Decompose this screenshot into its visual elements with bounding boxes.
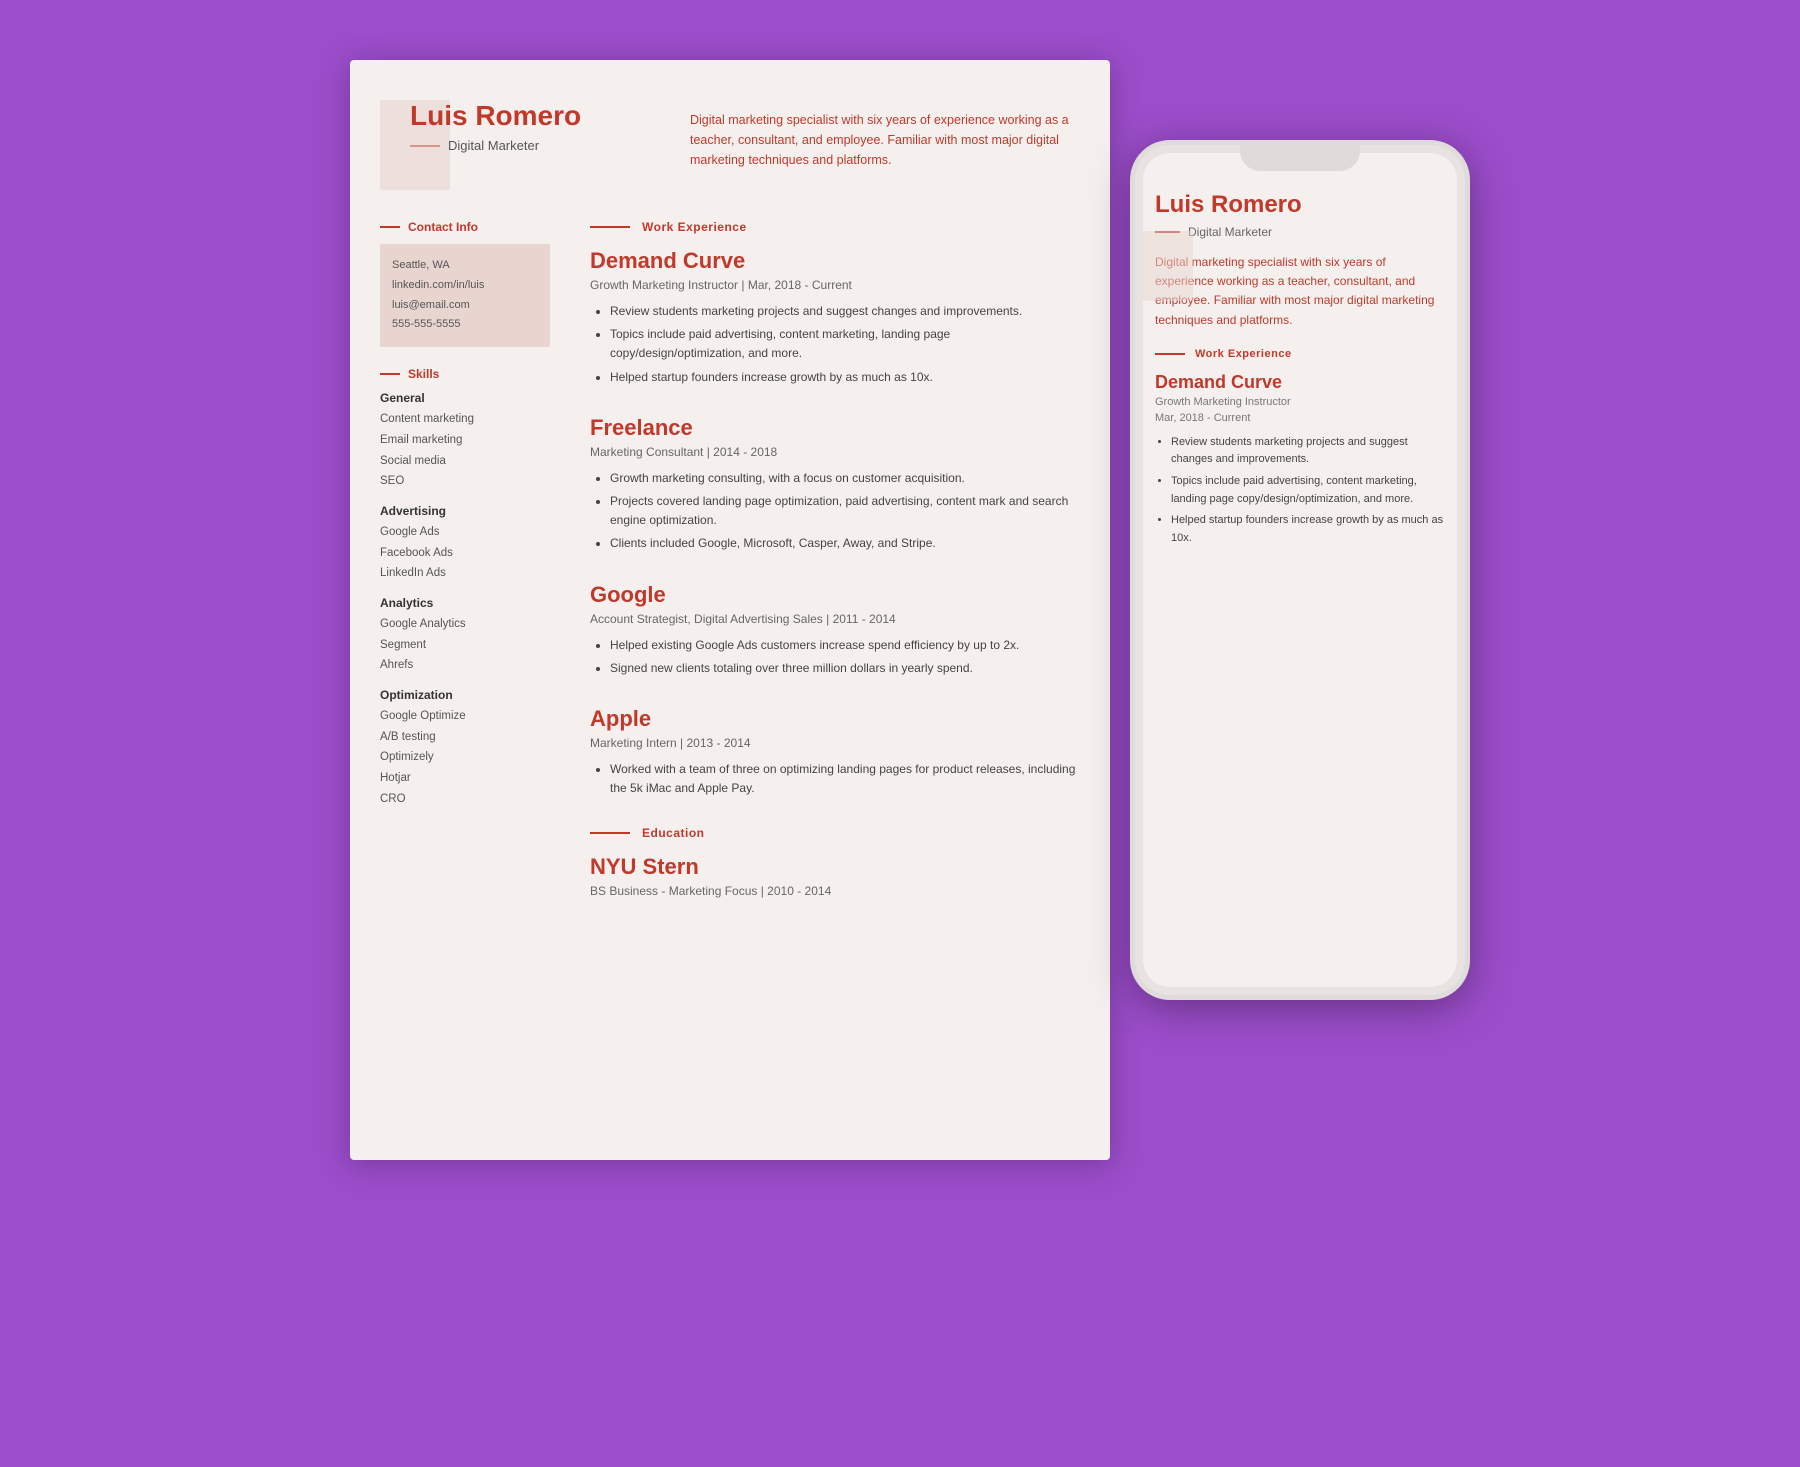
skill-segment: Segment [380, 635, 550, 656]
skills-section: Skills General Content marketing Email m… [380, 367, 550, 809]
edu-section-line [590, 832, 630, 834]
skill-seo: SEO [380, 471, 550, 492]
contact-phone: 555-555-5555 [392, 315, 538, 335]
phone-work-line [1155, 353, 1185, 355]
bullet-item: Helped existing Google Ads customers inc… [610, 636, 1080, 655]
phone-bio: Digital marketing specialist with six ye… [1155, 253, 1445, 330]
edu-section-title: Education [642, 826, 705, 840]
role-freelance: Marketing Consultant | 2014 - 2018 [590, 445, 1080, 459]
phone-role-line1: Growth Marketing Instructor [1155, 396, 1445, 408]
company-demand-curve: Demand Curve [590, 248, 1080, 274]
company-google: Google [590, 582, 1080, 608]
phone-bullet-item: Helped startup founders increase growth … [1171, 512, 1445, 547]
phone-work-header: Work Experience [1155, 348, 1445, 360]
header-bio: Digital marketing specialist with six ye… [690, 110, 1070, 170]
bullet-item: Growth marketing consulting, with a focu… [610, 469, 1080, 488]
skill-google-optimize: Google Optimize [380, 706, 550, 727]
phone-divider: Digital Marketer [1155, 225, 1445, 239]
bullet-item: Signed new clients totaling over three m… [610, 659, 1080, 678]
job-freelance: Freelance Marketing Consultant | 2014 - … [590, 415, 1080, 554]
company-apple: Apple [590, 706, 1080, 732]
edu-nyu: NYU Stern BS Business - Marketing Focus … [590, 854, 1080, 898]
skill-optimizely: Optimizely [380, 747, 550, 768]
skills-title: Skills [408, 367, 439, 381]
skill-ahrefs: Ahrefs [380, 655, 550, 676]
bullet-item: Worked with a team of three on optimizin… [610, 760, 1080, 798]
resume-header: Luis Romero Digital Marketer Digital mar… [350, 60, 1110, 200]
bullet-item: Review students marketing projects and s… [610, 302, 1080, 321]
phone-company: Demand Curve [1155, 372, 1445, 393]
contact-header: Contact Info [380, 220, 550, 234]
skills-line [380, 373, 400, 375]
main-content: Work Experience Demand Curve Growth Mark… [570, 220, 1110, 898]
phone-initial-decoration [1143, 231, 1193, 301]
edu-section-header: Education [590, 826, 1080, 840]
bullet-item: Helped startup founders increase growth … [610, 368, 1080, 387]
skills-advertising: Advertising Google Ads Facebook Ads Link… [380, 504, 550, 584]
header-name: Luis Romero [390, 100, 610, 132]
skills-analytics: Analytics Google Analytics Segment Ahref… [380, 596, 550, 676]
company-freelance: Freelance [590, 415, 1080, 441]
phone-title: Digital Marketer [1188, 225, 1272, 239]
work-section-line [590, 226, 630, 228]
phone-bullets: Review students marketing projects and s… [1155, 434, 1445, 548]
skill-cro: CRO [380, 789, 550, 810]
skills-general: General Content marketing Email marketin… [380, 391, 550, 492]
skills-optimization-title: Optimization [380, 688, 550, 702]
header-title: Digital Marketer [448, 138, 539, 153]
role-demand-curve: Growth Marketing Instructor | Mar, 2018 … [590, 278, 1080, 292]
job-apple: Apple Marketing Intern | 2013 - 2014 Wor… [590, 706, 1080, 798]
skill-google-analytics: Google Analytics [380, 614, 550, 635]
header-right: Digital marketing specialist with six ye… [610, 100, 1070, 170]
work-section-title: Work Experience [642, 220, 747, 234]
contact-box: Seattle, WA linkedin.com/in/luis luis@em… [380, 244, 550, 347]
skill-google-ads: Google Ads [380, 522, 550, 543]
resume-desktop: Luis Romero Digital Marketer Digital mar… [350, 60, 1110, 1160]
skill-linkedin-ads: LinkedIn Ads [380, 563, 550, 584]
role-apple: Marketing Intern | 2013 - 2014 [590, 736, 1080, 750]
phone-name: Luis Romero [1155, 191, 1445, 219]
school-name: NYU Stern [590, 854, 1080, 880]
phone-role-line2: Mar, 2018 - Current [1155, 412, 1445, 424]
skill-content-marketing: Content marketing [380, 409, 550, 430]
contact-email: luis@email.com [392, 296, 538, 316]
contact-line [380, 226, 400, 228]
job-google: Google Account Strategist, Digital Adver… [590, 582, 1080, 678]
work-section-header: Work Experience [590, 220, 1080, 234]
skill-hotjar: Hotjar [380, 768, 550, 789]
skills-header: Skills [380, 367, 550, 381]
header-left: Luis Romero Digital Marketer [390, 100, 610, 170]
skill-ab-testing: A/B testing [380, 727, 550, 748]
contact-section: Contact Info Seattle, WA linkedin.com/in… [380, 220, 550, 347]
phone-work-label: Work Experience [1195, 348, 1292, 360]
phone-mockup: Luis Romero Digital Marketer Digital mar… [1130, 140, 1470, 1000]
skill-facebook-ads: Facebook Ads [380, 543, 550, 564]
sidebar: Contact Info Seattle, WA linkedin.com/in… [350, 220, 570, 898]
contact-linkedin: linkedin.com/in/luis [392, 276, 538, 296]
bullet-item: Topics include paid advertising, content… [610, 325, 1080, 363]
bullet-item: Clients included Google, Microsoft, Casp… [610, 534, 1080, 553]
skills-advertising-title: Advertising [380, 504, 550, 518]
scene: Luis Romero Digital Marketer Digital mar… [350, 60, 1450, 1260]
contact-title: Contact Info [408, 220, 478, 234]
bullets-google: Helped existing Google Ads customers inc… [590, 636, 1080, 678]
skills-analytics-title: Analytics [380, 596, 550, 610]
phone-bullet-item: Review students marketing projects and s… [1171, 434, 1445, 469]
school-detail: BS Business - Marketing Focus | 2010 - 2… [590, 884, 1080, 898]
bullets-demand-curve: Review students marketing projects and s… [590, 302, 1080, 387]
phone-bullet-item: Topics include paid advertising, content… [1171, 473, 1445, 508]
skill-social-media: Social media [380, 451, 550, 472]
skills-general-title: General [380, 391, 550, 405]
resume-body: Contact Info Seattle, WA linkedin.com/in… [350, 200, 1110, 928]
bullets-apple: Worked with a team of three on optimizin… [590, 760, 1080, 798]
bullet-item: Projects covered landing page optimizati… [610, 492, 1080, 530]
skill-email-marketing: Email marketing [380, 430, 550, 451]
skills-optimization: Optimization Google Optimize A/B testing… [380, 688, 550, 809]
contact-city: Seattle, WA [392, 256, 538, 276]
role-google: Account Strategist, Digital Advertising … [590, 612, 1080, 626]
job-demand-curve: Demand Curve Growth Marketing Instructor… [590, 248, 1080, 387]
bullets-freelance: Growth marketing consulting, with a focu… [590, 469, 1080, 554]
phone-notch [1240, 143, 1360, 171]
